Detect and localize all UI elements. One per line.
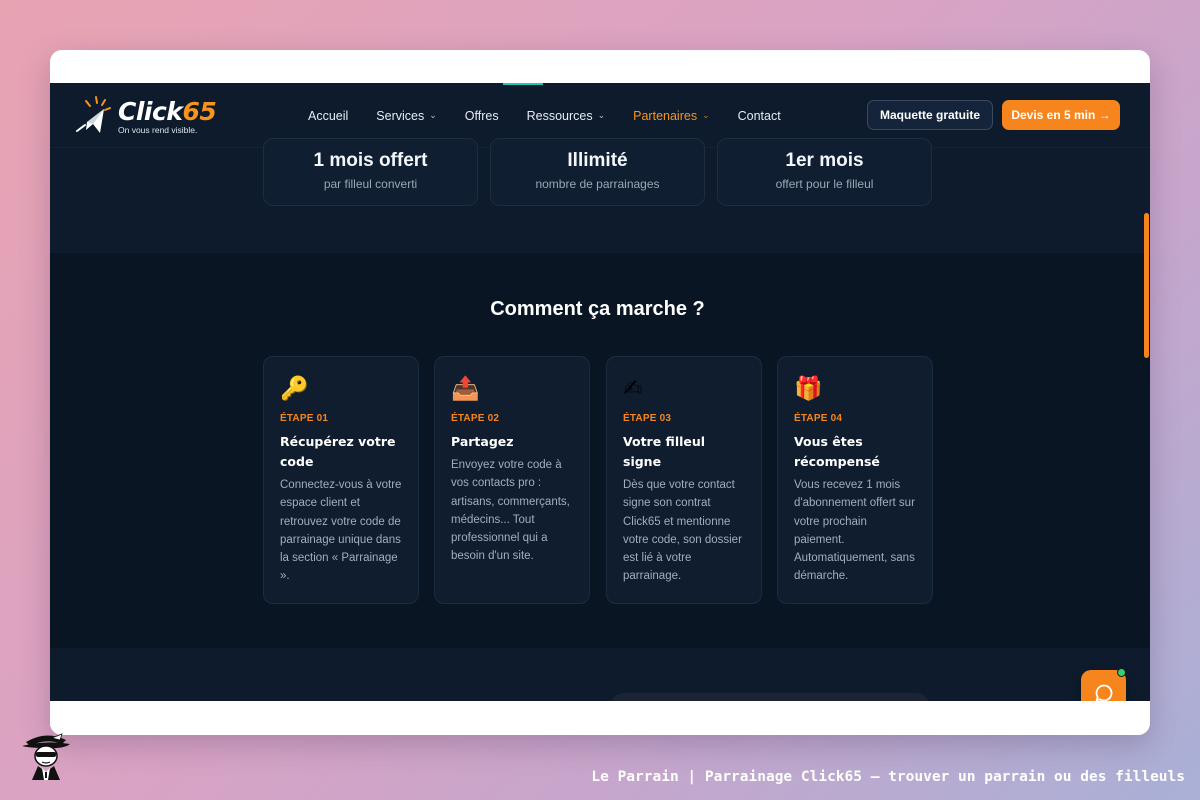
step-description: Vous recevez 1 mois d'abonnement offert … <box>794 479 915 583</box>
window-top-strip <box>50 50 1150 83</box>
window-bottom-strip <box>50 701 1150 735</box>
stats-section: 1 mois offert par filleul converti Illim… <box>50 138 1150 253</box>
nav-item-partenaires[interactable]: Partenaires ⌄ <box>633 109 709 123</box>
site-viewport: Click65 On vous rend visible. Accueil Se… <box>50 83 1150 701</box>
stat-caption: offert pour le filleul <box>775 177 874 191</box>
chevron-down-icon: ⌄ <box>597 110 606 120</box>
step-title: Vous êtes récompensé <box>794 434 880 469</box>
stat-value: 1 mois offert <box>313 150 428 171</box>
browser-window: Click65 On vous rend visible. Accueil Se… <box>50 50 1150 735</box>
step-card: 📤 ÉTAPE 02 Partagez Envoyez votre code à… <box>434 356 590 604</box>
section-title: Comment ça marche ? <box>490 298 705 320</box>
step-title: Partagez <box>451 434 514 449</box>
step-title: Récupérez votre code <box>280 434 396 469</box>
mascot-icon <box>22 733 70 780</box>
step-card: 🎁 ÉTAPE 04 Vous êtes récompensé Vous rec… <box>777 356 933 604</box>
free-mockup-button[interactable]: Maquette gratuite <box>867 100 993 130</box>
step-number: ÉTAPE 01 <box>280 413 329 424</box>
next-section-card <box>610 693 930 701</box>
chevron-down-icon: ⌄ <box>702 110 710 120</box>
step-number: ÉTAPE 02 <box>451 413 500 424</box>
nav-item-offres[interactable]: Offres <box>465 109 499 123</box>
gift-icon: 🎁 <box>794 376 823 402</box>
nav-item-contact[interactable]: Contact <box>738 109 781 123</box>
stat-card: 1 mois offert par filleul converti <box>263 138 478 206</box>
key-icon: 🔑 <box>280 376 309 402</box>
nav-item-accueil[interactable]: Accueil <box>308 109 348 123</box>
stat-caption: nombre de parrainages <box>535 177 660 191</box>
writing-hand-icon: ✍ <box>623 376 643 402</box>
logo-tagline: On vous rend visible. <box>118 125 198 135</box>
stat-value: Illimité <box>567 150 628 171</box>
step-card: 🔑 ÉTAPE 01 Récupérez votre code Connecte… <box>263 356 419 604</box>
logo[interactable]: Click65 On vous rend visible. <box>74 95 224 137</box>
chat-bubble-icon <box>1095 684 1112 701</box>
outbox-tray-icon: 📤 <box>451 376 480 402</box>
step-title: Votre filleul signe <box>623 434 706 469</box>
nav-item-services[interactable]: Services ⌄ <box>376 109 436 123</box>
scrollbar-thumb[interactable] <box>1144 213 1149 358</box>
chevron-down-icon: ⌄ <box>429 110 437 120</box>
stat-card: Illimité nombre de parrainages <box>490 138 705 206</box>
paper-plane-icon <box>76 96 111 133</box>
quote-button[interactable]: Devis en 5 min → <box>1002 100 1120 130</box>
step-card: ✍ ÉTAPE 03 Votre filleul signe Dès que v… <box>606 356 762 604</box>
page-caption: Le Parrain | Parrainage Click65 — trouve… <box>591 769 1185 785</box>
next-section <box>50 648 1150 701</box>
stat-card: 1er mois offert pour le filleul <box>717 138 932 206</box>
step-description: Envoyez votre code à vos contacts pro : … <box>451 459 570 563</box>
stat-caption: par filleul converti <box>323 177 418 191</box>
how-it-works-section: Comment ça marche ? 🔑 ÉTAPE 01 Récupérez… <box>50 253 1150 648</box>
logo-wordmark: Click65 <box>118 97 217 126</box>
step-number: ÉTAPE 03 <box>623 413 672 424</box>
step-description: Dès que votre contact signe son contrat … <box>623 479 742 583</box>
online-status-dot <box>1117 668 1126 677</box>
nav-item-ressources[interactable]: Ressources ⌄ <box>527 109 606 123</box>
step-description: Connectez-vous à votre espace client et … <box>280 479 402 583</box>
step-number: ÉTAPE 04 <box>794 413 843 424</box>
stat-value: 1er mois <box>785 150 864 171</box>
